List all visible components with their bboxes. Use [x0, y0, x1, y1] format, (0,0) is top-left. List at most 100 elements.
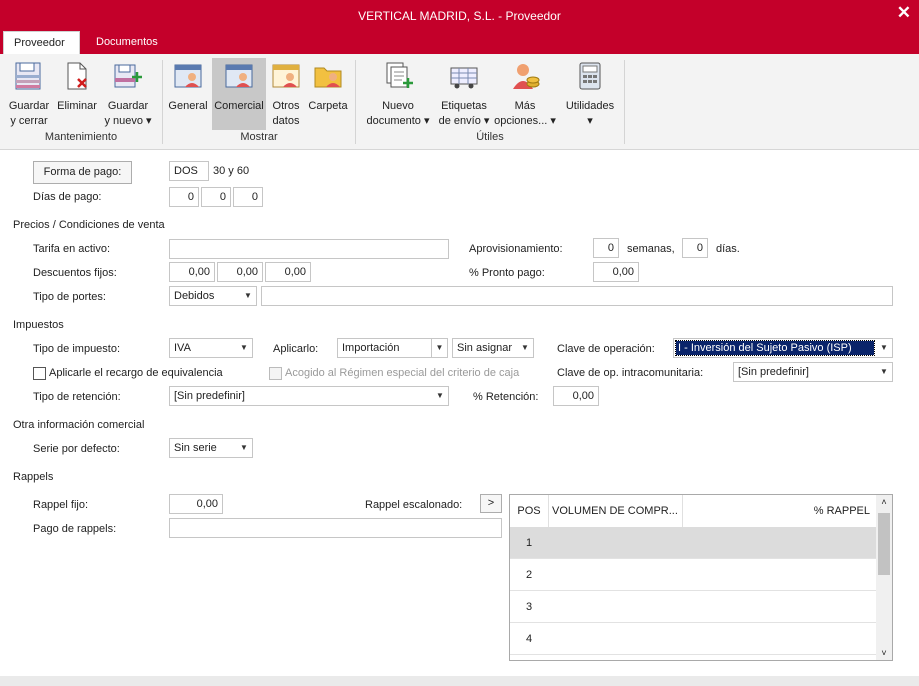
retencion-select[interactable]: [Sin predefinir] ▼ [169, 386, 449, 406]
semanas-label: semanas, [627, 243, 675, 255]
general-button[interactable]: General [166, 58, 210, 130]
table-row[interactable]: 4 [510, 623, 876, 655]
grid-header-volumen[interactable]: VOLUMEN DE COMPR... [552, 495, 682, 527]
dias-pago-1-field[interactable]: 0 [169, 187, 199, 207]
clave-operacion-value: I - Inversión del Sujeto Pasivo (ISP) [675, 340, 875, 356]
utilidades-button[interactable]: Utilidades ▾ [560, 58, 620, 130]
close-icon[interactable]: ✕ [897, 3, 911, 23]
carpeta-button[interactable]: Carpeta [306, 58, 350, 130]
rappel-escalonado-label: Rappel escalonado: [365, 499, 463, 511]
save-new-icon [114, 64, 142, 88]
descuento-2-field[interactable]: 0,00 [217, 262, 263, 282]
nuevo-documento-label-2: documento ▾ [366, 115, 430, 127]
rappels-section-title: Rappels [13, 471, 54, 483]
forma-pago-code-field[interactable]: DOS [169, 161, 209, 181]
chevron-down-icon: ▼ [240, 343, 248, 352]
serie-label: Serie por defecto: [33, 443, 120, 455]
retencion-label: Tipo de retención: [33, 391, 121, 403]
dias-pago-3-field[interactable]: 0 [233, 187, 263, 207]
window-title: VERTICAL MADRID, S.L. - Proveedor [358, 9, 561, 23]
chevron-up-icon[interactable]: ˄ [876, 497, 892, 507]
pct-retencion-field[interactable]: 0,00 [553, 386, 599, 406]
eliminar-button[interactable]: Eliminar [55, 58, 99, 130]
grid-cell-pos: 4 [525, 633, 533, 645]
title-bar: VERTICAL MADRID, S.L. - Proveedor ✕ [0, 0, 919, 31]
table-row[interactable]: 1 [510, 527, 876, 559]
grid-cell-pos: 3 [525, 601, 533, 613]
pago-rappels-label: Pago de rappels: [33, 523, 117, 535]
dias-pago-2-field[interactable]: 0 [201, 187, 231, 207]
aprov-semanas-field[interactable]: 0 [593, 238, 619, 258]
descuento-3-field[interactable]: 0,00 [265, 262, 311, 282]
tab-documentos[interactable]: Documentos [86, 31, 168, 54]
general-label: General [168, 100, 208, 112]
aprov-dias-field[interactable]: 0 [682, 238, 708, 258]
pago-rappels-field[interactable] [169, 518, 502, 538]
pronto-pago-field[interactable]: 0,00 [593, 262, 639, 282]
grid-header-pos[interactable]: POS [510, 495, 548, 527]
ribbon: Guardar y cerrar Eliminar Guardar y nuev… [0, 54, 919, 150]
dias-label: días. [716, 243, 740, 255]
otros-datos-icon [272, 64, 300, 88]
forma-pago-button[interactable]: Forma de pago: [33, 161, 132, 184]
eliminar-label: Eliminar [57, 100, 97, 112]
portes-select[interactable]: Debidos ▼ [169, 286, 257, 306]
sin-asignar-select[interactable]: Sin asignar ▼ [452, 338, 534, 358]
chevron-down-icon[interactable]: ˅ [876, 648, 892, 658]
retencion-value: [Sin predefinir] [174, 390, 245, 402]
acogido-checkbox[interactable] [269, 367, 282, 380]
rappel-fijo-label: Rappel fijo: [33, 499, 89, 511]
group-mostrar: Mostrar [240, 131, 278, 143]
utilidades-icon [579, 62, 601, 90]
chevron-down-icon: ▼ [436, 391, 444, 400]
grid-header-divider [548, 495, 549, 527]
serie-select[interactable]: Sin serie ▼ [169, 438, 253, 458]
scrollbar-thumb[interactable] [878, 513, 890, 575]
aplicarlo-label: Aplicarlo: [273, 343, 319, 355]
tab-proveedor[interactable]: Proveedor [3, 31, 80, 54]
guardar-cerrar-label-1: Guardar [8, 100, 50, 112]
table-row[interactable]: 3 [510, 591, 876, 623]
etiquetas-label-1: Etiquetas [441, 100, 487, 112]
grid-header-rappel[interactable]: % RAPPEL [686, 495, 870, 527]
aplicarlo-select[interactable]: Importación ▼ [337, 338, 448, 358]
tipo-impuesto-select[interactable]: IVA ▼ [169, 338, 253, 358]
guardar-cerrar-button[interactable]: Guardar y cerrar [6, 58, 52, 130]
guardar-nuevo-button[interactable]: Guardar y nuevo ▾ [104, 58, 152, 130]
table-row[interactable]: 2 [510, 559, 876, 591]
descuento-1-field[interactable]: 0,00 [169, 262, 215, 282]
chevron-down-icon: ▼ [521, 343, 529, 352]
comercial-button[interactable]: Comercial [212, 58, 266, 130]
rappel-escalonado-button[interactable]: > [480, 494, 502, 513]
tarifa-field[interactable] [169, 239, 449, 259]
otros-datos-button[interactable]: Otros datos [268, 58, 304, 130]
etiquetas-button[interactable]: Etiquetas de envío ▾ [436, 58, 492, 130]
rappels-grid[interactable]: POS VOLUMEN DE COMPR... % RAPPEL 1 2 3 4… [509, 494, 893, 661]
grid-scrollbar[interactable]: ˄ ˅ [876, 495, 892, 660]
otros-datos-label-2: datos [272, 115, 300, 127]
comercial-label: Comercial [214, 100, 264, 112]
nuevo-documento-icon [386, 62, 413, 88]
etiquetas-icon [450, 67, 478, 89]
mas-opciones-button[interactable]: Más opciones... ▾ [492, 58, 558, 130]
clave-intra-select[interactable]: [Sin predefinir] ▼ [733, 362, 893, 382]
rappel-fijo-field[interactable]: 0,00 [169, 494, 223, 514]
aplicarlo-value: Importación [342, 342, 400, 354]
mas-opciones-icon [513, 64, 540, 89]
recargo-label: Aplicarle el recargo de equivalencia [49, 367, 223, 379]
chevron-down-icon: ▼ [880, 367, 888, 376]
clave-operacion-select[interactable]: I - Inversión del Sujeto Pasivo (ISP) ▼ [673, 338, 893, 358]
nuevo-documento-button[interactable]: Nuevo documento ▾ [362, 58, 434, 130]
comercial-icon [225, 64, 253, 88]
mas-opciones-label-2: opciones... ▾ [494, 115, 556, 127]
group-mantenimiento: Mantenimiento [44, 131, 118, 143]
tab-bar: Proveedor Documentos [0, 31, 919, 54]
grid-header-divider [682, 495, 683, 527]
general-icon [174, 64, 202, 88]
dias-pago-label: Días de pago: [33, 191, 102, 203]
portes-extra-field[interactable] [261, 286, 893, 306]
chevron-down-icon: ▼ [240, 443, 248, 452]
recargo-checkbox[interactable] [33, 367, 46, 380]
pronto-pago-label: % Pronto pago: [469, 267, 545, 279]
precios-section-title: Precios / Condiciones de venta [13, 219, 165, 231]
